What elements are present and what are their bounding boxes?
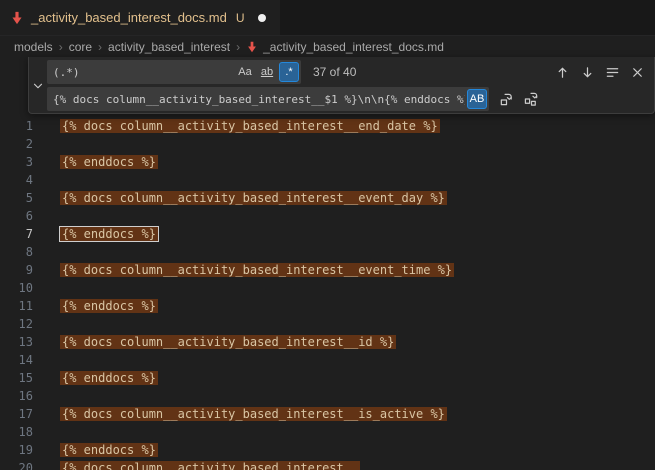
- tab-title: _activity_based_interest_docs.md: [31, 10, 227, 25]
- editor-line[interactable]: 1 {% docs column__activity_based_interest…: [0, 117, 655, 135]
- results-count: 37 of 40: [313, 65, 356, 79]
- line-number: 18: [0, 423, 33, 441]
- find-match: {% docs column__activity_based_interest_…: [60, 461, 360, 470]
- find-input[interactable]: (.*) Aa ab .*: [47, 60, 301, 84]
- editor-line[interactable]: 3 {% enddocs %}: [0, 153, 655, 171]
- editor-line[interactable]: 6: [0, 207, 655, 225]
- replace-input[interactable]: {% docs column__activity_based_interest_…: [47, 87, 489, 111]
- line-number: 3: [0, 153, 33, 171]
- markdown-file-icon: [246, 41, 258, 53]
- next-match-button[interactable]: [578, 63, 596, 81]
- code-line-content: {% enddocs %}: [62, 297, 156, 315]
- close-button[interactable]: [628, 63, 646, 81]
- line-number: 4: [0, 171, 33, 189]
- code-line-content: {% docs column__activity_based_interest_…: [62, 189, 445, 207]
- find-match: {% enddocs %}: [60, 443, 158, 457]
- whole-word-button[interactable]: ab: [257, 62, 277, 82]
- toggle-replace-button[interactable]: [29, 60, 47, 111]
- line-number: 16: [0, 387, 33, 405]
- code-line-content: {% docs column__activity_based_interest_…: [62, 333, 394, 351]
- editor-line[interactable]: 20 {% docs column__activity_based_interes…: [0, 459, 655, 470]
- editor-line[interactable]: 9 {% docs column__activity_based_interest…: [0, 261, 655, 279]
- breadcrumb: models › core › activity_based_interest …: [0, 36, 655, 58]
- editor-line[interactable]: 4: [0, 171, 655, 189]
- preserve-case-button[interactable]: AB: [467, 89, 487, 109]
- line-number: 17: [0, 405, 33, 423]
- breadcrumb-separator: ›: [236, 40, 240, 54]
- find-match: {% docs column__activity_based_interest_…: [60, 119, 440, 133]
- editor-line[interactable]: 11 {% enddocs %}: [0, 297, 655, 315]
- tab-bar: _activity_based_interest_docs.md U: [0, 0, 655, 36]
- replace-button[interactable]: [497, 90, 515, 108]
- editor-tab[interactable]: _activity_based_interest_docs.md U: [0, 0, 280, 35]
- editor-line[interactable]: 18: [0, 423, 655, 441]
- regex-button[interactable]: .*: [279, 62, 299, 82]
- match-case-button[interactable]: Aa: [235, 62, 255, 82]
- editor-line[interactable]: 12: [0, 315, 655, 333]
- line-number: 20: [0, 459, 33, 470]
- editor-line[interactable]: 15 {% enddocs %}: [0, 369, 655, 387]
- unsaved-changes-dot[interactable]: [258, 14, 266, 22]
- code-line-content: {% enddocs %}: [62, 225, 156, 243]
- editor[interactable]: 1 {% docs column__activity_based_interest…: [0, 57, 655, 470]
- editor-line[interactable]: 17 {% docs column__activity_based_interes…: [0, 405, 655, 423]
- line-number: 15: [0, 369, 33, 387]
- find-value: (.*): [53, 66, 233, 79]
- code-line-content: {% docs column__activity_based_interest_…: [62, 117, 438, 135]
- line-number: 9: [0, 261, 33, 279]
- markdown-file-icon: [10, 11, 24, 25]
- line-number: 14: [0, 351, 33, 369]
- line-number: 1: [0, 117, 33, 135]
- find-match: {% enddocs %}: [60, 155, 158, 169]
- find-match: {% docs column__activity_based_interest_…: [60, 335, 396, 349]
- breadcrumb-item-folder[interactable]: activity_based_interest: [108, 40, 230, 54]
- find-match: {% enddocs %}: [60, 299, 158, 313]
- code-line-content: {% enddocs %}: [62, 369, 156, 387]
- line-number: 7: [0, 225, 33, 243]
- git-status-badge: U: [236, 11, 245, 25]
- code-line-content: {% docs column__activity_based_interest_…: [62, 261, 452, 279]
- editor-line[interactable]: 2: [0, 135, 655, 153]
- editor-line[interactable]: 19 {% enddocs %}: [0, 441, 655, 459]
- breadcrumb-item-file[interactable]: _activity_based_interest_docs.md: [263, 40, 444, 54]
- editor-line[interactable]: 7 {% enddocs %}: [0, 225, 655, 243]
- editor-lines: 1 {% docs column__activity_based_interest…: [0, 57, 655, 470]
- breadcrumb-separator: ›: [98, 40, 102, 54]
- line-number: 5: [0, 189, 33, 207]
- code-line-content: {% docs column__activity_based_interest_…: [62, 459, 358, 470]
- replace-all-button[interactable]: [522, 90, 540, 108]
- breadcrumb-separator: ›: [59, 40, 63, 54]
- find-match: {% enddocs %}: [60, 227, 158, 241]
- line-number: 19: [0, 441, 33, 459]
- line-number: 10: [0, 279, 33, 297]
- find-match: {% docs column__activity_based_interest_…: [60, 263, 454, 277]
- line-number: 11: [0, 297, 33, 315]
- line-number: 12: [0, 315, 33, 333]
- editor-line[interactable]: 13 {% docs column__activity_based_interes…: [0, 333, 655, 351]
- editor-line[interactable]: 8: [0, 243, 655, 261]
- editor-line[interactable]: 5 {% docs column__activity_based_interest…: [0, 189, 655, 207]
- find-match: {% docs column__activity_based_interest_…: [60, 191, 447, 205]
- breadcrumb-item-models[interactable]: models: [14, 40, 53, 54]
- line-number: 13: [0, 333, 33, 351]
- code-line-content: {% enddocs %}: [62, 441, 156, 459]
- code-line-content: {% enddocs %}: [62, 153, 156, 171]
- find-match: {% enddocs %}: [60, 371, 158, 385]
- find-in-selection-button[interactable]: [603, 63, 621, 81]
- replace-value: {% docs column__activity_based_interest_…: [53, 93, 465, 106]
- find-match: {% docs column__activity_based_interest_…: [60, 407, 447, 421]
- line-number: 6: [0, 207, 33, 225]
- line-number: 2: [0, 135, 33, 153]
- editor-line[interactable]: 14: [0, 351, 655, 369]
- line-number: 8: [0, 243, 33, 261]
- code-line-content: {% docs column__activity_based_interest_…: [62, 405, 445, 423]
- breadcrumb-item-core[interactable]: core: [69, 40, 92, 54]
- find-widget: (.*) Aa ab .* 37 of 40: [28, 57, 655, 114]
- previous-match-button[interactable]: [553, 63, 571, 81]
- editor-line[interactable]: 16: [0, 387, 655, 405]
- editor-line[interactable]: 10: [0, 279, 655, 297]
